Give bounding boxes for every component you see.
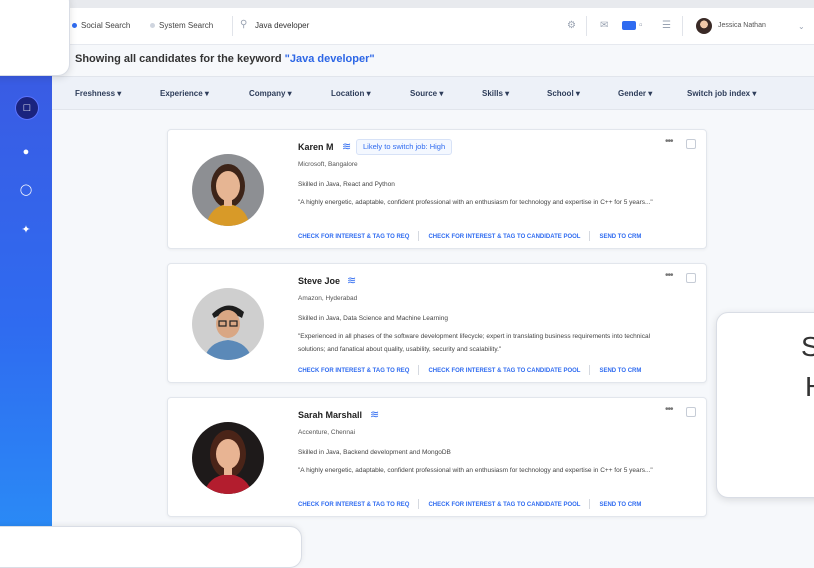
check-interest-req-link[interactable]: CHECK FOR INTEREST & TAG TO REQ [298, 502, 409, 508]
candidate-name[interactable]: Steve Joe [298, 276, 340, 286]
gear-icon[interactable]: ⚙ [567, 20, 576, 31]
wifi-icon: ≋ [370, 409, 380, 421]
document-icon[interactable]: □ [15, 96, 39, 120]
wifi-icon: ≋ [342, 141, 352, 153]
clipboard-icon[interactable]: ◯ [15, 178, 37, 200]
search-keyword: "Java developer" [284, 53, 375, 65]
users-icon[interactable]: ● [15, 141, 37, 163]
mail-icon[interactable]: ✉ [600, 20, 608, 31]
send-to-crm-link[interactable]: SEND TO CRM [599, 368, 641, 374]
overlay-text-line-1: S [801, 331, 814, 362]
check-interest-req-link[interactable]: CHECK FOR INTEREST & TAG TO REQ [298, 368, 409, 374]
filter-freshness[interactable]: Freshness ▾ [75, 89, 121, 98]
overlay-card-bottom [0, 526, 302, 568]
chevron-down-icon[interactable]: ⌄ [798, 22, 805, 31]
candidate-skills: Skilled in Java, Backend development and… [298, 449, 451, 456]
send-to-crm-link[interactable]: SEND TO CRM [599, 234, 641, 240]
candidate-company: Amazon, Hyderabad [298, 295, 358, 302]
candidate-card[interactable]: Karen M ≋ Likely to switch job: High Mic… [167, 129, 707, 249]
avatar[interactable] [696, 18, 712, 34]
divider [232, 16, 233, 36]
candidate-actions: CHECK FOR INTEREST & TAG TO REQ CHECK FOR… [298, 231, 641, 241]
divider [682, 16, 683, 36]
overlay-card-right: S H [716, 312, 814, 498]
overlay-card-top-left [0, 0, 70, 76]
check-interest-pool-link[interactable]: CHECK FOR INTEREST & TAG TO CANDIDATE PO… [428, 234, 580, 240]
select-checkbox[interactable] [686, 139, 696, 149]
candidate-card[interactable]: Sarah Marshall ≋ Accenture, Chennai Skil… [167, 397, 707, 517]
candidate-summary: "A highly energetic, adaptable, confiden… [298, 467, 653, 474]
select-checkbox[interactable] [686, 407, 696, 417]
chat-icon[interactable]: ☰ [662, 20, 671, 31]
filter-gender[interactable]: Gender ▾ [618, 89, 652, 98]
candidate-name[interactable]: Sarah Marshall [298, 410, 362, 420]
filter-company[interactable]: Company ▾ [249, 89, 292, 98]
candidate-company: Accenture, Chennai [298, 429, 356, 436]
filter-school[interactable]: School ▾ [547, 89, 580, 98]
candidate-actions: CHECK FOR INTEREST & TAG TO REQ CHECK FOR… [298, 365, 641, 375]
puzzle-icon[interactable]: ✦ [15, 218, 37, 240]
candidate-card[interactable]: Steve Joe ≋ Amazon, Hyderabad Skilled in… [167, 263, 707, 383]
more-options-icon[interactable]: ••• [665, 136, 673, 147]
wifi-icon: ≋ [347, 275, 357, 287]
send-to-crm-link[interactable]: SEND TO CRM [599, 502, 641, 508]
candidate-summary: "Experienced in all phases of the softwa… [298, 333, 651, 353]
candidate-actions: CHECK FOR INTEREST & TAG TO REQ CHECK FOR… [298, 499, 641, 509]
check-interest-req-link[interactable]: CHECK FOR INTEREST & TAG TO REQ [298, 234, 409, 240]
check-interest-pool-link[interactable]: CHECK FOR INTEREST & TAG TO CANDIDATE PO… [428, 502, 580, 508]
filter-switch-job-index[interactable]: Switch job index ▾ [687, 89, 756, 98]
filter-source[interactable]: Source ▾ [410, 89, 443, 98]
filter-bar: Freshness ▾ Experience ▾ Company ▾ Locat… [52, 76, 814, 110]
top-header: Social Search System Search ⚲ Java devel… [52, 8, 814, 45]
divider [586, 16, 587, 36]
sidebar: □ ● ◯ ✦ [0, 0, 52, 542]
candidate-name[interactable]: Karen M [298, 142, 334, 152]
search-icon: ⚲ [240, 19, 248, 30]
candidate-photo [192, 422, 264, 494]
filter-experience[interactable]: Experience ▾ [160, 89, 209, 98]
mode-system-search[interactable]: System Search [150, 21, 213, 30]
candidate-skills: Skilled in Java, Data Science and Machin… [298, 315, 448, 322]
candidate-company: Microsoft, Bangalore [298, 161, 358, 168]
check-interest-pool-link[interactable]: CHECK FOR INTEREST & TAG TO CANDIDATE PO… [428, 368, 580, 374]
filter-location[interactable]: Location ▾ [331, 89, 371, 98]
toggle-icon[interactable] [622, 21, 636, 30]
mode-social-search[interactable]: Social Search [72, 21, 130, 30]
radio-active-icon [72, 23, 77, 29]
search-input[interactable]: Java developer [255, 21, 309, 30]
candidate-summary: "A highly energetic, adaptable, confiden… [298, 199, 653, 206]
candidate-skills: Skilled in Java, React and Python [298, 181, 395, 188]
select-checkbox[interactable] [686, 273, 696, 283]
candidate-photo [192, 154, 264, 226]
notification-icon[interactable]: ▫ [639, 20, 643, 31]
results-heading: Showing all candidates for the keyword "… [75, 53, 375, 65]
switch-likelihood-badge: Likely to switch job: High [356, 139, 453, 155]
radio-inactive-icon [150, 23, 155, 29]
user-name[interactable]: Jessica Nathan [718, 22, 766, 29]
window-top-strip [0, 0, 814, 8]
more-options-icon[interactable]: ••• [665, 404, 673, 415]
overlay-text-line-2: H [805, 371, 814, 403]
candidate-photo [192, 288, 264, 360]
more-options-icon[interactable]: ••• [665, 270, 673, 281]
filter-skills[interactable]: Skills ▾ [482, 89, 509, 98]
